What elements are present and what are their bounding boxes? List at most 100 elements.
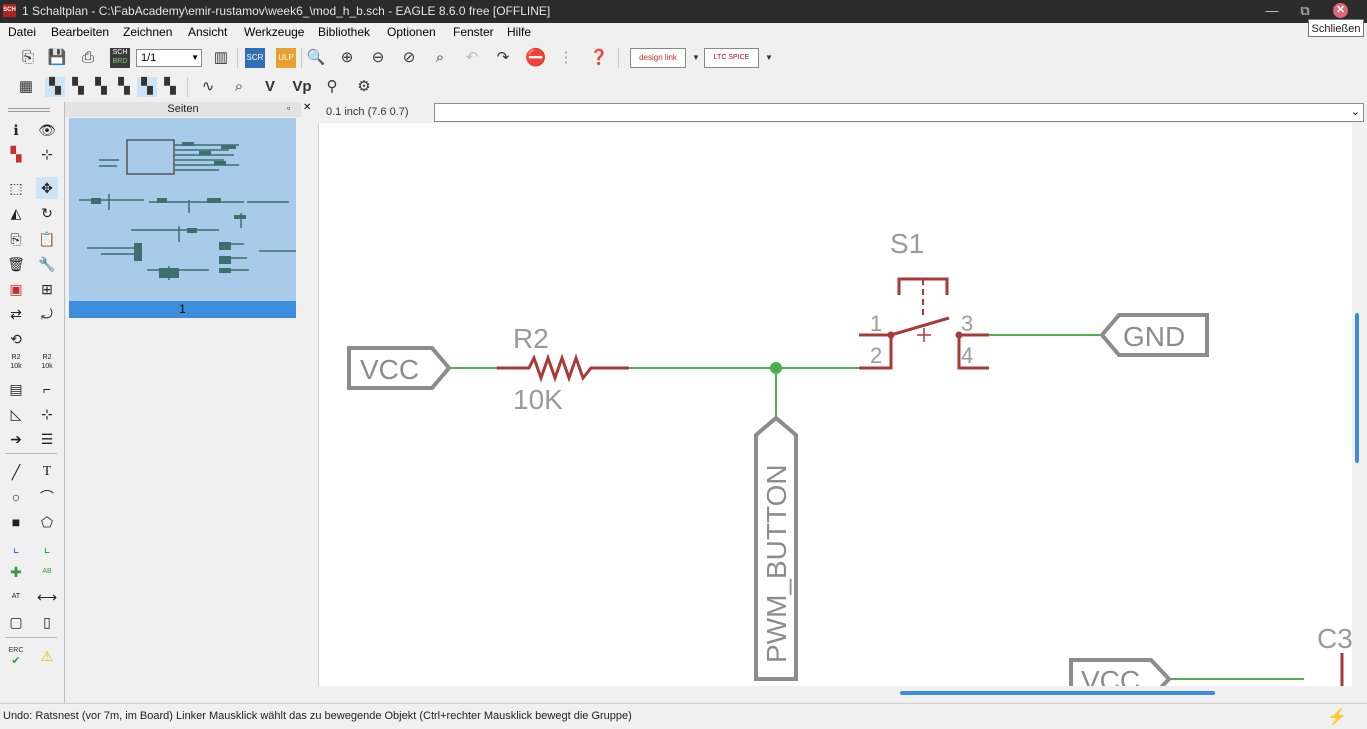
zoom-out-icon[interactable]: ⊖ [368,48,388,68]
pinswap-icon[interactable]: ⊞ [36,278,58,300]
add-part-icon[interactable]: ▣ [5,278,27,300]
chevron-down-icon[interactable]: ▼ [686,48,706,68]
layer-color-icon[interactable]: ▚ [5,143,27,165]
smash-icon[interactable]: ▤ [5,378,27,400]
undo-icon[interactable]: ↶ [462,48,482,68]
polygon-icon[interactable]: ⬠ [36,511,58,533]
layout-1-icon[interactable]: ▚ [45,77,65,97]
junction-icon[interactable]: ✚ [5,561,27,583]
grid-icon[interactable]: ▦ [16,77,36,97]
zoom-fit-icon[interactable]: 🔍 [306,48,326,68]
menu-ansicht[interactable]: Ansicht [188,25,227,39]
erc-icon[interactable]: ERC ✔ [5,645,27,667]
layers-icon[interactable]: ▥ [211,48,231,68]
zoom-in-icon[interactable]: ⊕ [337,48,357,68]
page-thumbnail[interactable] [69,118,296,301]
wrench-icon[interactable]: 🔧 [36,253,58,275]
bus-icon[interactable]: ☰ [36,428,58,450]
gateswap-icon[interactable]: ⤾ [36,303,58,325]
dimension-icon[interactable]: ⟷ [36,586,58,608]
horizontal-scroll-thumb[interactable] [900,691,1215,695]
mirror-icon[interactable]: ◭ [5,202,27,224]
wave-icon[interactable]: ∿ [198,77,218,97]
menu-hilfe[interactable]: Hilfe [507,25,531,39]
save-icon[interactable]: 💾 [47,48,67,68]
page-number[interactable]: 1 [69,301,296,318]
bus-draw-icon[interactable]: ⌞ [5,536,27,558]
net-icon[interactable]: ⌞ [36,536,58,558]
rotate-icon[interactable]: ↻ [36,202,58,224]
vertical-scroll-thumb[interactable] [1355,313,1359,463]
menu-fenster[interactable]: Fenster [453,25,494,39]
menu-zeichnen[interactable]: Zeichnen [123,25,172,39]
value-icon[interactable]: R2 10k [36,353,58,375]
circle-icon[interactable]: ○ [5,486,27,508]
vp-icon[interactable]: Vp [292,77,312,97]
go-icon[interactable]: ⋮ [556,48,576,68]
label-icon[interactable]: AB [36,561,58,583]
select-icon[interactable]: ⬚ [5,177,27,199]
split-icon[interactable]: ◺ [5,403,27,425]
close-button[interactable]: ✕ [1333,3,1348,18]
layout-5-icon[interactable]: ▚ [137,77,157,97]
paste-icon[interactable]: 📋 [36,228,58,250]
layout-3-icon[interactable]: ▚ [91,77,111,97]
ulp-icon[interactable]: ULP [276,48,296,68]
move-icon[interactable]: ✥ [36,177,58,199]
command-input[interactable]: ⌄ [434,103,1364,122]
text-icon[interactable]: T [36,461,58,483]
eye-icon[interactable]: 👁 [36,119,58,141]
gear-icon[interactable]: ⚙ [354,77,374,97]
page-select[interactable]: 1/1 ▼ [136,49,202,67]
sch-brd-switch-icon[interactable]: SCH BRD [110,48,130,68]
script-icon[interactable]: SCR [245,48,265,68]
line-icon[interactable]: ╱ [5,461,27,483]
copy-icon[interactable]: ⎘ [5,228,27,250]
info-icon[interactable]: ℹ [5,119,27,141]
warning-icon[interactable]: ⚠ [36,645,58,667]
zoom-select-icon[interactable]: ⌕ [430,48,450,68]
s1-name: S1 [890,228,924,259]
menu-bibliothek[interactable]: Bibliothek [318,25,370,39]
close-panel-icon[interactable]: ✕ [303,102,311,113]
schematic-canvas[interactable]: VCC R2 10K S1 1 2 3 4 GND PWM_BUTTON C3 [318,123,1353,686]
help-icon[interactable]: ❓ [589,48,609,68]
restore-button[interactable]: ⧉ [1295,2,1315,20]
menu-datei[interactable]: Datei [8,25,36,39]
replace-icon[interactable]: ⇄ [5,303,27,325]
layout-6-icon[interactable]: ▚ [160,77,180,97]
chevron-down-icon[interactable]: ▼ [759,48,779,68]
stop-icon[interactable]: ⛔ [525,48,546,68]
frame-icon[interactable]: ▢ [5,611,27,633]
menu-werkzeuge[interactable]: Werkzeuge [244,25,304,39]
invoke-icon[interactable]: ➔ [5,428,27,450]
optimize-icon[interactable]: ⊹ [36,403,58,425]
menu-bearbeiten[interactable]: Bearbeiten [51,25,109,39]
ltspice-button[interactable]: LTC SPICE [704,48,759,68]
arc-icon[interactable]: ⌒ [36,486,58,508]
rectangle-icon[interactable]: ■ [5,511,27,533]
chevron-down-icon[interactable]: ⌄ [1351,105,1360,118]
print-icon[interactable]: ⎙ [78,48,98,68]
zoom-redraw-icon[interactable]: ⊘ [399,48,419,68]
vcc2-label: VCC [1081,665,1140,686]
layout-2-icon[interactable]: ▚ [68,77,88,97]
delete-icon[interactable]: 🗑 [5,253,27,275]
minimize-button[interactable]: — [1262,2,1282,20]
designlink-button[interactable]: design link [630,48,686,68]
open-icon[interactable]: ⎘ [18,48,38,68]
module-icon[interactable]: ▯ [36,611,58,633]
layout-4-icon[interactable]: ▚ [114,77,134,97]
name-icon[interactable]: R2 10k [5,353,27,375]
voltage-probe-icon[interactable]: V [260,77,280,97]
lightning-icon[interactable]: ⚡ [1327,707,1347,727]
undock-icon[interactable]: ▫ [287,103,290,113]
probe-icon[interactable]: ⌕ [229,77,249,97]
attribute-icon[interactable]: AT [5,586,27,608]
sim-icon[interactable]: ⚲ [322,77,342,97]
menu-optionen[interactable]: Optionen [387,25,436,39]
swap-icon[interactable]: ⟲ [5,328,27,350]
miter-icon[interactable]: ⌐ [36,378,58,400]
mark-icon[interactable]: ⊹ [36,143,58,165]
redo-icon[interactable]: ↷ [493,48,513,68]
